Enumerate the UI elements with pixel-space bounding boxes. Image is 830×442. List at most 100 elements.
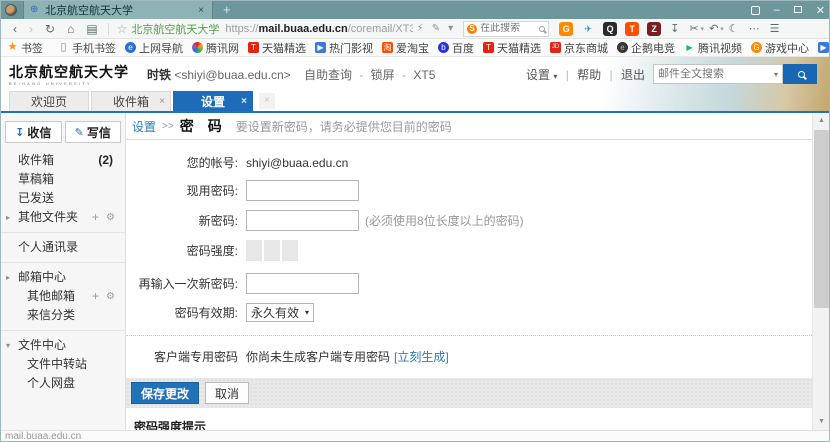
lock-screen-link[interactable]: 锁屏 xyxy=(371,68,395,82)
reader-extension-icon[interactable]: Z xyxy=(647,22,661,36)
profile-avatar[interactable] xyxy=(5,4,17,16)
bookmark-item[interactable]: e企鹅电竞 xyxy=(617,40,675,56)
screenshot-icon[interactable]: ✂ xyxy=(689,22,698,35)
scrollbar-thumb[interactable] xyxy=(814,130,829,308)
scroll-down-icon[interactable]: ▼ xyxy=(813,414,830,430)
sidebar-item-inbox[interactable]: 收件箱(2) xyxy=(1,151,125,170)
mail-search-button[interactable] xyxy=(783,64,817,84)
sidebar-item-mailbox-center[interactable]: ▸邮箱中心 xyxy=(1,268,125,287)
scroll-up-icon[interactable]: ▲ xyxy=(813,113,830,129)
search-engine-icon[interactable]: S xyxy=(467,24,477,34)
sidebar-divider xyxy=(1,330,125,331)
sidebar-item-other-folders[interactable]: ▸其他文件夹+⚙ xyxy=(1,208,125,227)
download-icon[interactable]: ↧ xyxy=(670,22,679,35)
minimize-button[interactable]: – xyxy=(774,4,780,16)
new-tab-button[interactable]: + xyxy=(213,2,241,18)
back-icon[interactable]: ‹ xyxy=(7,22,23,36)
bookmark-item[interactable]: 淘爱淘宝 xyxy=(382,40,429,56)
bookmark-item[interactable]: ▯手机书签 xyxy=(58,40,116,56)
window-controls: – ✕ xyxy=(751,1,825,19)
vertical-scrollbar[interactable]: ▲ ▼ xyxy=(812,113,829,430)
speed-mode-icon[interactable]: ⚡ xyxy=(413,23,428,34)
address-bar[interactable]: ☆ 北京航空航天大学 https://mail.buaa.edu.cn/core… xyxy=(113,21,413,37)
settings-link[interactable]: 设置 xyxy=(526,68,550,82)
receive-mail-button[interactable]: ↧收信 xyxy=(5,121,62,143)
close-button[interactable]: ✕ xyxy=(816,4,825,17)
help-link[interactable]: 帮助 xyxy=(577,68,601,82)
sidebar-item-contacts[interactable]: 个人通讯录 xyxy=(1,238,125,257)
sidebar-item-drafts[interactable]: 草稿箱 xyxy=(1,170,125,189)
edit-url-icon[interactable]: ✎ xyxy=(428,23,444,34)
search-scope-dropdown-icon[interactable]: ▾ xyxy=(774,70,778,79)
bookmark-item[interactable]: JD京东商城 xyxy=(550,40,608,56)
sidebar-item-mail-classify[interactable]: 来信分类 xyxy=(1,306,125,325)
game-extension-icon[interactable]: G xyxy=(559,22,573,36)
tab-inbox[interactable]: 收件箱× xyxy=(91,91,171,111)
skin-icon[interactable] xyxy=(751,6,760,15)
new-password-field[interactable] xyxy=(246,210,359,231)
folder-settings-icon[interactable]: ⚙ xyxy=(106,208,115,227)
sidebar-item-net-disk[interactable]: 个人网盘 xyxy=(1,374,125,393)
qq-extension-icon[interactable]: Q xyxy=(603,22,617,36)
bookmark-item[interactable]: ▶腾讯视频 xyxy=(684,40,742,56)
cancel-button[interactable]: 取消 xyxy=(205,382,249,404)
tab-settings[interactable]: 设置× xyxy=(173,91,253,111)
bookmark-star-icon[interactable]: ☆ xyxy=(117,22,128,36)
screenshot-dropdown-icon[interactable]: ▾ xyxy=(701,25,705,33)
night-mode-icon[interactable]: ☾ xyxy=(729,22,739,35)
bookmark-item[interactable]: ★书签 xyxy=(7,40,43,56)
tab-close-icon[interactable]: × xyxy=(241,96,247,107)
reading-list-icon[interactable]: ▤ xyxy=(80,22,103,36)
menu-icon[interactable]: ☰ xyxy=(770,22,780,35)
search-icon[interactable] xyxy=(539,26,545,32)
address-dropdown-icon[interactable]: ▾ xyxy=(444,23,457,34)
more-tools-icon[interactable]: ⋯ xyxy=(749,22,760,35)
url-text[interactable]: https://mail.buaa.edu.cn/coremail/XT3/in… xyxy=(225,23,412,35)
browser-tab[interactable]: ⊕ 北京航空航天大学 × xyxy=(23,1,213,19)
add-folder-icon[interactable]: + xyxy=(92,208,99,227)
toolbar-search[interactable]: S xyxy=(463,21,549,37)
sidebar-item-other-mailboxes[interactable]: 其他邮箱+⚙ xyxy=(1,287,125,306)
mailbox-settings-icon[interactable]: ⚙ xyxy=(106,287,115,306)
generate-now-link[interactable]: [立刻生成] xyxy=(394,348,449,365)
current-password-field[interactable] xyxy=(246,180,359,201)
tab-close-icon[interactable]: × xyxy=(159,96,165,107)
save-changes-button[interactable]: 保存更改 xyxy=(131,382,199,404)
bookmark-label: 爱淘宝 xyxy=(396,40,429,56)
maximize-button[interactable] xyxy=(794,4,802,16)
home-icon[interactable]: ⌂ xyxy=(61,22,80,36)
collapse-arrow-icon[interactable]: ▸ xyxy=(6,268,10,287)
bookmark-item[interactable]: G游戏中心 xyxy=(751,40,809,56)
shop-extension-icon[interactable]: T xyxy=(625,22,639,36)
bookmark-item[interactable]: ▶热门影视 xyxy=(315,40,373,56)
restore-dropdown-icon[interactable]: ▾ xyxy=(720,25,724,33)
refresh-icon[interactable]: ↻ xyxy=(39,22,61,36)
bookmark-item[interactable]: T天猫精选 xyxy=(483,40,541,56)
logout-link[interactable]: 退出 xyxy=(621,68,645,82)
sidebar-item-file-center[interactable]: ▾文件中心 xyxy=(1,336,125,355)
expand-arrow-icon[interactable]: ▾ xyxy=(6,336,10,355)
tab-welcome[interactable]: 欢迎页 xyxy=(9,91,89,111)
browser-tab-close-icon[interactable]: × xyxy=(196,5,206,16)
sidebar-item-sent[interactable]: 已发送 xyxy=(1,189,125,208)
compose-mail-button[interactable]: ✎写信 xyxy=(65,121,122,143)
breadcrumb-settings-link[interactable]: 设置 xyxy=(132,118,156,135)
forward-icon[interactable]: › xyxy=(23,22,39,36)
settings-dropdown-icon[interactable]: ▾ xyxy=(553,72,557,81)
self-query-link[interactable]: 自助查询 xyxy=(304,68,352,82)
bookmark-item[interactable]: 腾讯网 xyxy=(192,40,239,56)
bookmark-item[interactable]: e上网导航 xyxy=(125,40,183,56)
thunder-extension-icon[interactable]: ✈ xyxy=(581,22,595,36)
add-mailbox-icon[interactable]: + xyxy=(92,287,99,306)
confirm-password-field[interactable] xyxy=(246,273,359,294)
toolbar-search-input[interactable] xyxy=(480,23,537,34)
restore-tab-icon[interactable]: ↶ xyxy=(709,22,718,35)
bookmark-item[interactable]: T天猫精选 xyxy=(248,40,306,56)
mail-search-box[interactable]: ▾ xyxy=(653,64,783,84)
mail-search-input[interactable] xyxy=(658,68,774,80)
collapse-arrow-icon[interactable]: ▸ xyxy=(6,208,10,227)
sidebar-item-file-transfer[interactable]: 文件中转站 xyxy=(1,355,125,374)
bookmark-item[interactable]: b百度 xyxy=(438,40,474,56)
bookmark-item[interactable]: ▶热门影视 xyxy=(818,40,829,56)
validity-select[interactable]: 永久有效▾ xyxy=(246,303,314,322)
